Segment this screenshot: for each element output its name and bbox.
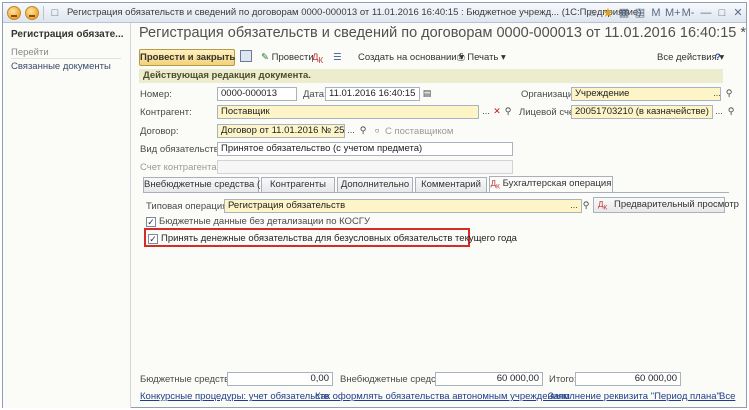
revision-banner: Действующая редакция документа. bbox=[139, 69, 723, 83]
organization-field[interactable]: Учреждение bbox=[571, 87, 721, 101]
back-icon[interactable]: □ bbox=[48, 6, 62, 20]
extrabudget-total-field: 60 000,00 bbox=[435, 372, 543, 386]
dt-kt-icon: ДК bbox=[490, 179, 500, 191]
calendar-icon[interactable]: ▤ bbox=[633, 6, 647, 20]
minimize-icon[interactable]: — bbox=[699, 6, 713, 20]
contractor-label: Контрагент: bbox=[140, 107, 192, 118]
date-label: Дата: bbox=[303, 89, 327, 100]
nav-divider bbox=[11, 58, 121, 59]
nav-panel-title: Регистрация обязате... bbox=[11, 29, 124, 40]
page-title: Регистрация обязательств и сведений по д… bbox=[139, 25, 746, 41]
supplier-note: С поставщиком bbox=[385, 126, 454, 137]
checkbox-budget-no-kosgu[interactable]: ✓ bbox=[146, 217, 156, 227]
typical-operation-label: Типовая операция: bbox=[146, 201, 230, 212]
number-field[interactable]: 0000-000013 bbox=[217, 87, 297, 101]
dt-kt-icon: ДК bbox=[598, 200, 608, 212]
history-icon[interactable]: ⌂ bbox=[585, 6, 599, 20]
window-title: Регистрация обязательств и сведений по д… bbox=[67, 7, 642, 18]
command-bar: Провести и закрыть ✎ Провести ДК ☰ Созда… bbox=[139, 49, 724, 67]
post-button[interactable]: ✎ Провести bbox=[261, 49, 314, 66]
title-bar: □ Регистрация обязательств и сведений по… bbox=[3, 3, 746, 23]
calendar-icon[interactable]: ▤ bbox=[421, 87, 433, 101]
tab-additional[interactable]: Дополнительно bbox=[337, 177, 413, 192]
link-competitive-procedures[interactable]: Конкурсные процедуры: учет обязательств bbox=[140, 391, 329, 402]
print-button-label: Печать bbox=[467, 52, 499, 63]
favorite-star-icon[interactable]: ★ bbox=[601, 6, 615, 20]
budget-total-field: 0,00 bbox=[227, 372, 333, 386]
link-plan-period[interactable]: Заполнение реквизита "Период плана" bbox=[548, 391, 720, 402]
obligation-type-label: Вид обязательства: bbox=[140, 144, 227, 155]
contract-select-icon[interactable]: ... bbox=[345, 124, 357, 138]
preview-button[interactable]: ДК Предварительный просмотр bbox=[593, 197, 739, 213]
m-plus-icon[interactable]: M+ bbox=[665, 6, 681, 20]
tab-accounting-label: Бухгалтерская операция bbox=[502, 178, 612, 189]
contractor-search-icon[interactable]: ⚲ bbox=[502, 105, 514, 119]
maximize-icon[interactable]: □ bbox=[715, 6, 729, 20]
supplier-radio-icon[interactable]: ○ bbox=[371, 124, 383, 138]
link-all[interactable]: Все bbox=[719, 391, 735, 402]
nav-link-related-docs[interactable]: Связанные документы bbox=[11, 61, 111, 72]
close-icon[interactable]: ✕ bbox=[731, 6, 745, 20]
tab-extrabudget[interactable]: Внебюджетные средства (1) bbox=[143, 177, 269, 192]
navigation-panel: Регистрация обязате... Перейти Связанные… bbox=[3, 23, 131, 408]
tab-accounting-operation[interactable]: ДК Бухгалтерская операция bbox=[489, 176, 613, 192]
printer-icon: ⎙ bbox=[457, 52, 465, 63]
preview-button-label: Предварительный просмотр bbox=[614, 199, 739, 210]
link-autonomous-obligations[interactable]: Как оформлять обязательства автономным у… bbox=[315, 391, 570, 402]
typical-operation-field[interactable]: Регистрация обязательств bbox=[224, 199, 582, 213]
m-icon[interactable]: M bbox=[649, 6, 663, 20]
contract-label: Договор: bbox=[140, 126, 179, 137]
contractor-account-field bbox=[217, 160, 513, 174]
calculator-icon[interactable]: ▦ bbox=[617, 6, 631, 20]
m-minus-icon[interactable]: M- bbox=[681, 6, 695, 20]
post-and-close-button[interactable]: Провести и закрыть bbox=[139, 49, 235, 66]
create-based-on-button[interactable]: Создать на основании ▾ bbox=[358, 49, 464, 66]
contract-field[interactable]: Договор от 11.01.2016 № 255 bbox=[217, 124, 345, 138]
typical-operation-search-icon[interactable]: ⚲ bbox=[580, 199, 592, 213]
contractor-field[interactable]: Поставщик bbox=[217, 105, 479, 119]
contractor-account-label: Счет контрагента: bbox=[140, 162, 220, 173]
personal-account-field[interactable]: 20051703210 (в казначействе) bbox=[571, 105, 713, 119]
print-button[interactable]: ⎙ Печать ▾ bbox=[457, 49, 506, 66]
number-label: Номер: bbox=[140, 89, 172, 100]
checkbox-accept-obligations[interactable]: ✓ bbox=[148, 234, 158, 244]
obligation-type-field[interactable]: Принятое обязательство (с учетом предмет… bbox=[217, 142, 513, 156]
grand-total-label: Итого: bbox=[549, 374, 577, 385]
checkbox-accept-obligations-label: Принять денежные обязательства для безус… bbox=[161, 233, 517, 244]
typical-operation-select-icon[interactable]: ... bbox=[568, 199, 580, 213]
title-separator bbox=[43, 6, 44, 20]
checkbox-budget-no-kosgu-label: Бюджетные данные без детализации по КОСГ… bbox=[159, 216, 370, 227]
post-button-label: Провести bbox=[271, 52, 314, 63]
app-window: □ Регистрация обязательств и сведений по… bbox=[2, 2, 747, 408]
budget-total-label: Бюджетные средства: bbox=[140, 374, 237, 385]
help-button[interactable]: ? bbox=[715, 49, 721, 66]
journal-icon[interactable]: ☰ bbox=[333, 49, 342, 66]
save-icon[interactable] bbox=[240, 49, 254, 66]
organization-search-icon[interactable]: ⚲ bbox=[723, 87, 735, 101]
nav-section-goto: Перейти bbox=[11, 47, 49, 58]
dt-kt-icon[interactable]: ДК bbox=[312, 49, 323, 66]
account-select-icon[interactable]: ... bbox=[713, 105, 725, 119]
grand-total-field: 60 000,00 bbox=[575, 372, 681, 386]
organization-select-icon[interactable]: ... bbox=[711, 87, 723, 101]
contract-search-icon[interactable]: ⚲ bbox=[357, 124, 369, 138]
create-based-on-label: Создать на основании bbox=[358, 52, 457, 63]
post-icon: ✎ bbox=[261, 52, 269, 63]
tab-contractors[interactable]: Контрагенты bbox=[261, 177, 335, 192]
chevron-down-icon: ▾ bbox=[501, 52, 506, 63]
account-search-icon[interactable]: ⚲ bbox=[725, 105, 737, 119]
tab-comment[interactable]: Комментарий bbox=[415, 177, 487, 192]
main-menu-icon[interactable] bbox=[25, 6, 39, 20]
app-menu-icon[interactable] bbox=[7, 6, 21, 20]
all-actions-label: Все действия bbox=[657, 52, 717, 63]
date-field[interactable]: 11.01.2016 16:40:15 bbox=[325, 87, 420, 101]
